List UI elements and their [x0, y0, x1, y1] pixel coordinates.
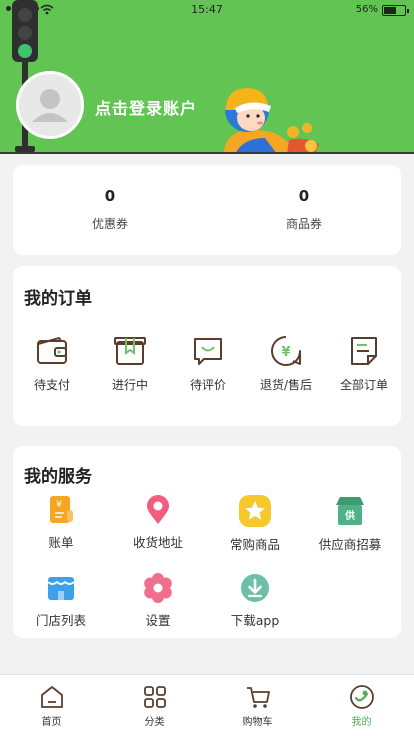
avatar[interactable]	[16, 71, 84, 139]
orders-card: 我的订单 待支付 进行中 待评价 ¥ 退货/售后 全部订单	[13, 266, 401, 426]
order-to-review-label: 待评价	[189, 378, 226, 392]
refund-icon: ¥	[271, 336, 301, 366]
order-all[interactable]: 全部订单	[325, 334, 403, 393]
service-frequent-goods[interactable]: 常购商品	[207, 494, 303, 553]
profile-header: 15:47 56% 点击登录账户	[0, 0, 414, 154]
services-card: 我的服务 ¥ 账单 收货地址 常购商品 供 供应商招募 门店列表 设置 下载ap…	[13, 446, 401, 638]
service-bill-label: 账单	[48, 535, 74, 550]
coupon-label: 优惠券	[91, 217, 128, 231]
settings-icon	[144, 573, 172, 603]
order-to-review[interactable]: 待评价	[169, 334, 247, 393]
coupon-card: 0 优惠券 0 商品券	[13, 165, 401, 255]
order-list-icon	[351, 337, 377, 365]
order-refund[interactable]: ¥ 退货/售后	[247, 334, 325, 393]
goods-voucher-count: 0	[298, 187, 310, 205]
service-settings-label: 设置	[145, 613, 171, 628]
refund-symbol: ¥	[281, 345, 290, 360]
supplier-icon: 供	[336, 497, 364, 525]
wallet-icon	[37, 336, 67, 364]
location-icon	[147, 495, 169, 524]
tab-cart-label: 购物车	[242, 717, 273, 728]
service-download-app-label: 下载app	[230, 613, 280, 628]
comment-icon	[194, 338, 222, 365]
service-download-app[interactable]: 下载app	[207, 572, 303, 629]
service-supplier-recruit[interactable]: 供 供应商招募	[302, 494, 398, 553]
order-pending-payment[interactable]: 待支付	[13, 334, 91, 393]
status-bar: 15:47 56%	[0, 0, 414, 20]
profile-icon	[349, 685, 374, 709]
service-address-label: 收货地址	[132, 535, 183, 550]
battery-icon	[382, 5, 409, 16]
status-time: 15:47	[191, 3, 223, 16]
orders-title: 我的订单	[24, 289, 92, 309]
service-address[interactable]: 收货地址	[110, 494, 206, 551]
home-icon	[40, 686, 63, 708]
goods-voucher-stat[interactable]: 0 商品券	[207, 187, 401, 232]
tab-home[interactable]: 首页	[0, 684, 103, 728]
coupon-stat[interactable]: 0 优惠券	[13, 187, 207, 232]
order-all-label: 全部订单	[339, 378, 388, 392]
service-supplier-recruit-label: 供应商招募	[318, 537, 382, 552]
store-icon	[47, 577, 75, 600]
tab-profile-label: 我的	[351, 717, 372, 728]
service-settings[interactable]: 设置	[110, 572, 206, 629]
goods-voucher-label: 商品券	[285, 217, 322, 231]
services-title: 我的服务	[24, 467, 92, 487]
service-store-list-label: 门店列表	[35, 613, 86, 628]
service-store-list[interactable]: 门店列表	[13, 572, 109, 629]
login-prompt[interactable]: 点击登录账户	[95, 95, 197, 119]
box-icon	[114, 337, 146, 365]
bottom-tab-bar: 首页 分类 购物车 我的	[0, 674, 414, 736]
tab-category-label: 分类	[144, 717, 165, 728]
category-icon	[143, 686, 166, 708]
download-icon	[241, 574, 269, 602]
tab-profile[interactable]: 我的	[310, 684, 413, 728]
supplier-badge: 供	[344, 509, 355, 522]
cart-icon	[246, 687, 270, 708]
tab-cart[interactable]: 购物车	[206, 684, 309, 728]
star-icon	[239, 495, 271, 527]
order-refund-label: 退货/售后	[259, 378, 313, 392]
delivery-rider-illustration	[223, 88, 319, 154]
bill-icon: ¥	[50, 496, 73, 523]
service-bill[interactable]: ¥ 账单	[13, 494, 109, 551]
bill-symbol: ¥	[56, 500, 62, 510]
user-placeholder-icon	[32, 89, 68, 122]
coupon-count: 0	[104, 187, 116, 205]
battery-percent: 56%	[355, 4, 378, 15]
order-pending-payment-label: 待支付	[33, 378, 70, 392]
tab-home-label: 首页	[41, 717, 62, 728]
order-in-progress-label: 进行中	[111, 378, 148, 392]
service-frequent-goods-label: 常购商品	[229, 537, 280, 552]
order-in-progress[interactable]: 进行中	[91, 334, 169, 393]
tab-category[interactable]: 分类	[103, 684, 206, 728]
